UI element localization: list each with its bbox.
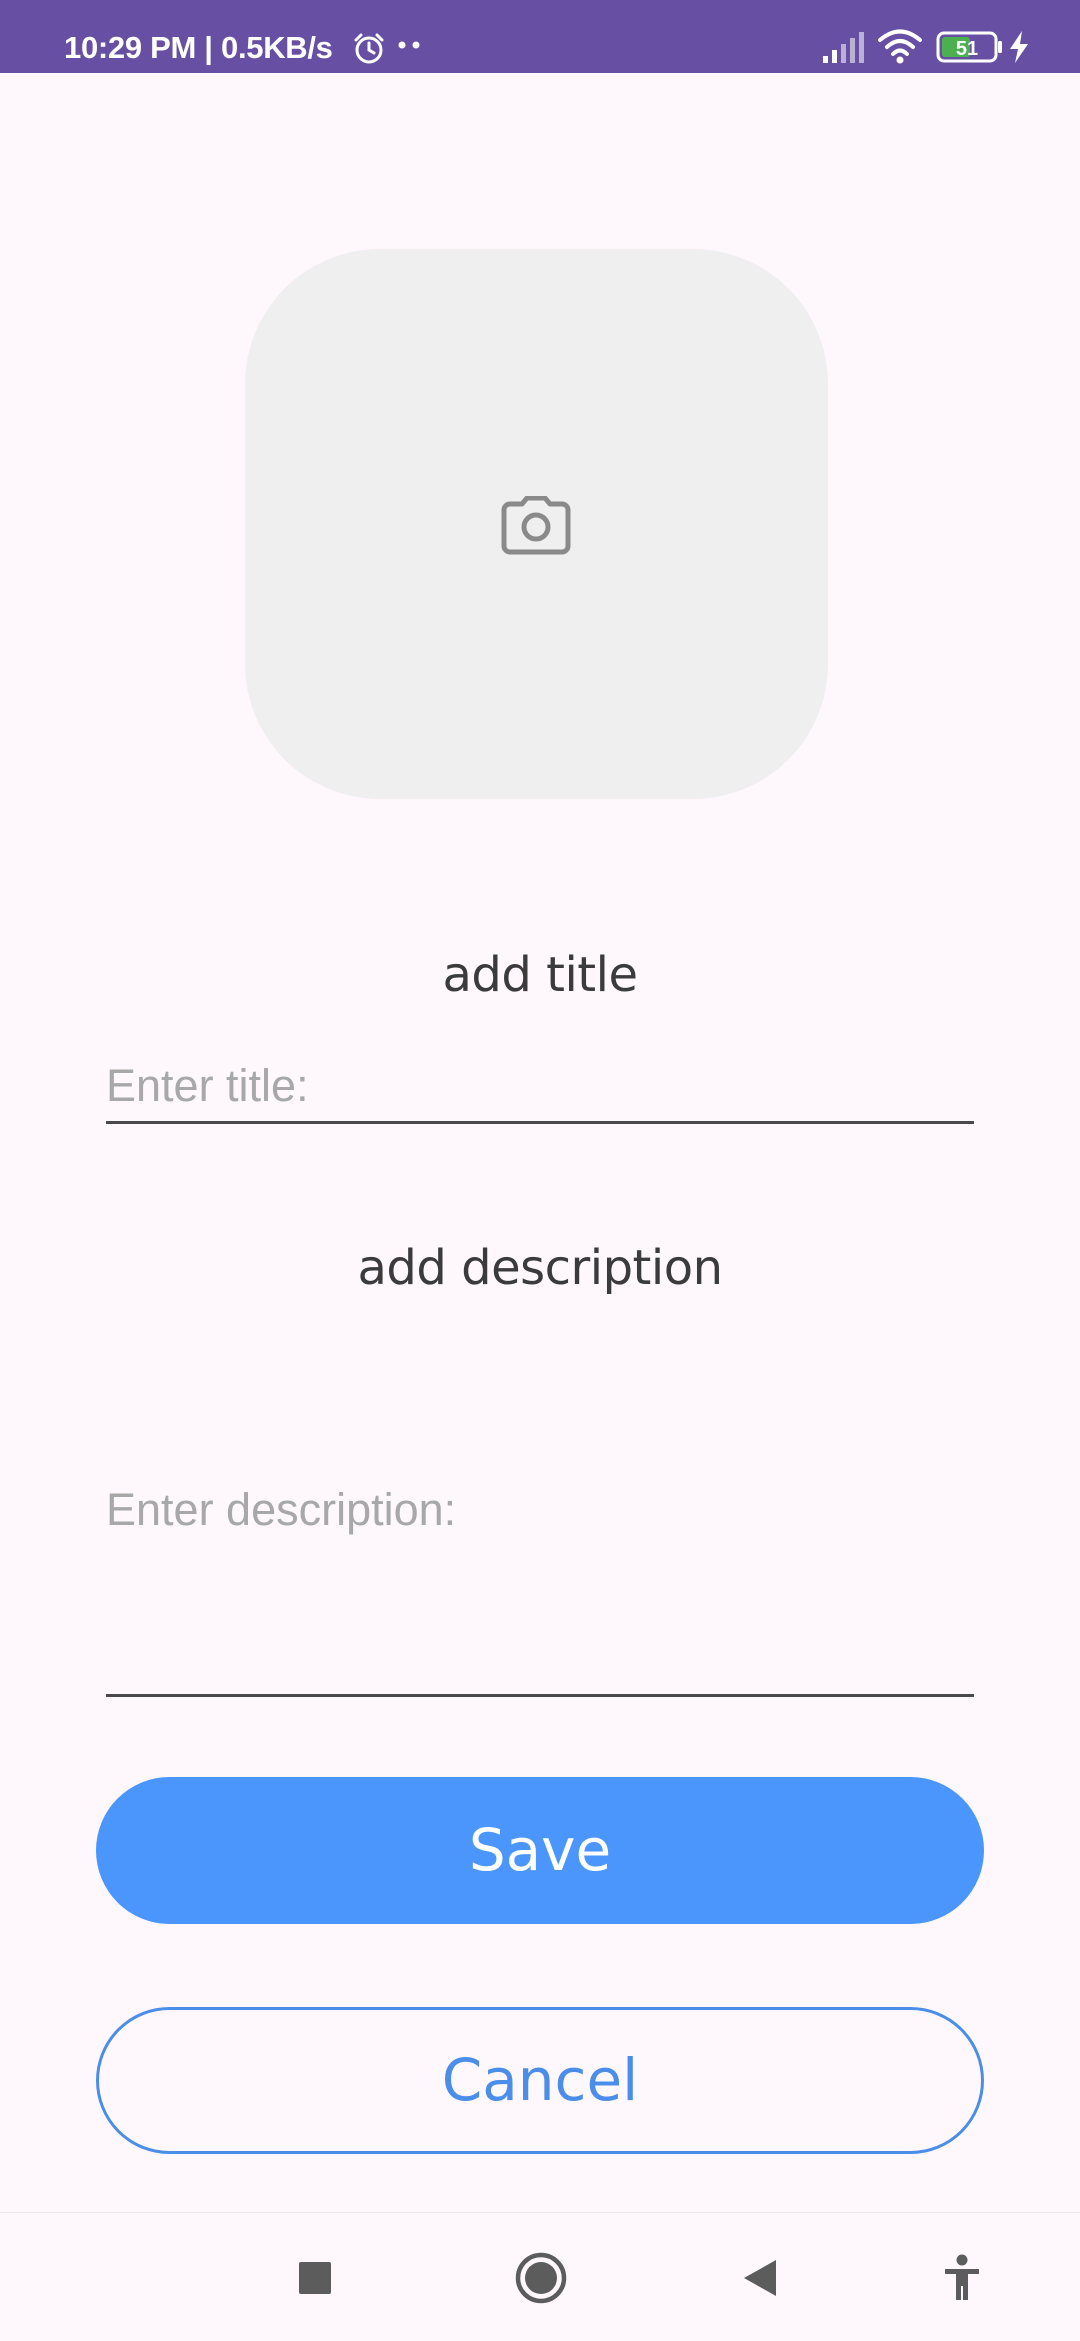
title-input[interactable] <box>106 1050 974 1124</box>
more-dots-icon <box>398 41 420 49</box>
alarm-icon <box>354 33 384 64</box>
navigation-bar <box>0 2212 1080 2341</box>
cancel-button[interactable]: Cancel <box>96 2007 984 2154</box>
add-description-label: add description <box>357 1240 724 1296</box>
home-circle-icon[interactable] <box>514 2251 568 2305</box>
save-button[interactable]: Save <box>96 1777 984 1924</box>
camera-icon <box>501 496 571 555</box>
status-bar: 10:29 PM | 0.5KB/s 51 <box>0 0 1080 73</box>
description-input[interactable] <box>106 1482 974 1697</box>
recents-square-icon[interactable] <box>298 2261 332 2295</box>
battery-icon: 51 <box>936 31 1002 63</box>
svg-text:51: 51 <box>956 38 978 60</box>
status-icons: 51 <box>0 0 1080 73</box>
wifi-icon <box>878 29 922 64</box>
accessibility-icon[interactable] <box>943 2254 981 2302</box>
charging-icon <box>1010 31 1028 63</box>
signal-icon <box>823 32 864 63</box>
back-triangle-icon[interactable] <box>742 2258 778 2298</box>
add-title-label: add title <box>442 947 638 1003</box>
